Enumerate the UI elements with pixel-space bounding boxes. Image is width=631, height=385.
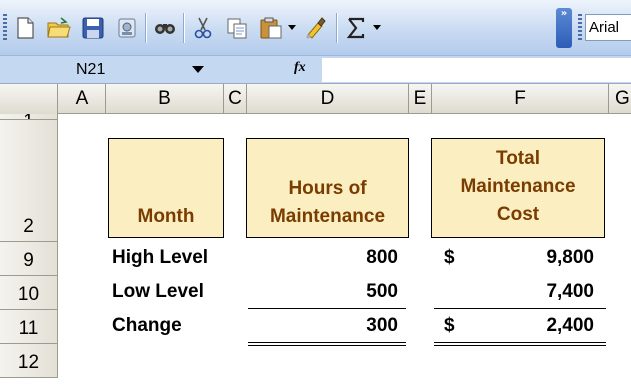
toolbar-overflow-label: » [560, 8, 568, 19]
column-header-d[interactable]: D [247, 84, 409, 114]
open-folder-icon [47, 17, 71, 38]
row-header-2[interactable]: 2 [0, 120, 58, 242]
hours-underline [248, 308, 406, 309]
cost-header-line1: Total [496, 148, 540, 169]
hours-header-line2: Maintenance [269, 206, 386, 227]
formula-input[interactable] [322, 58, 631, 82]
permission-button[interactable] [112, 13, 142, 43]
paste-icon [260, 17, 282, 39]
research-icon [155, 24, 175, 34]
format-painter-icon [306, 17, 326, 39]
column-header-row: A B C D E F G [0, 84, 631, 114]
high-level-label[interactable]: High Level [112, 247, 208, 269]
low-level-hours[interactable]: 500 [300, 281, 398, 303]
cut-button[interactable] [188, 13, 218, 43]
worksheet-grid[interactable]: A B C D E F G 1 2 9 10 11 12 Month Hours… [0, 84, 631, 385]
copy-button[interactable] [222, 13, 252, 43]
select-all-corner[interactable] [0, 84, 58, 114]
paste-button[interactable] [256, 13, 286, 43]
month-header: Month [137, 206, 195, 227]
copy-icon [227, 18, 247, 39]
change-hours[interactable]: 300 [300, 315, 398, 337]
column-header-g[interactable]: G [609, 84, 631, 114]
cost-header-cell[interactable]: Total Maintenance Cost [431, 138, 605, 238]
high-level-cost[interactable]: 9,800 [480, 247, 594, 269]
cut-icon [194, 17, 212, 39]
change-currency: $ [444, 315, 455, 336]
high-level-hours[interactable]: 800 [300, 247, 398, 269]
autosum-button[interactable] [341, 13, 371, 43]
column-header-c[interactable]: C [224, 84, 247, 114]
row-header-11[interactable]: 11 [0, 310, 58, 344]
column-header-a[interactable]: A [59, 84, 106, 114]
format-painter-button[interactable] [300, 13, 330, 43]
paste-dropdown-icon[interactable] [287, 23, 297, 31]
column-header-b[interactable]: B [106, 84, 224, 114]
toolbar-separator [183, 13, 184, 43]
cost-double-underline [434, 342, 606, 346]
permission-icon [118, 18, 136, 38]
column-header-e[interactable]: E [409, 84, 432, 114]
cost-header-line3: Cost [496, 204, 540, 225]
save-button[interactable] [78, 13, 108, 43]
autosum-dropdown-icon[interactable] [372, 23, 382, 31]
standard-toolbar: » Arial [0, 0, 631, 56]
insert-function-icon[interactable]: fx [294, 60, 306, 76]
month-header-cell[interactable]: Month [108, 138, 224, 238]
open-button[interactable] [44, 13, 74, 43]
new-document-button[interactable] [10, 13, 40, 43]
hours-header-cell[interactable]: Hours of Maintenance [246, 138, 409, 238]
formatting-toolbar-grip[interactable] [578, 14, 582, 42]
high-level-currency: $ [444, 247, 455, 268]
row-header-12[interactable]: 12 [0, 344, 58, 378]
low-level-cost[interactable]: 7,400 [480, 281, 594, 303]
toolbar-overflow-button[interactable]: » [556, 8, 572, 48]
toolbar-separator [336, 13, 337, 43]
new-document-icon [17, 17, 34, 39]
autosum-icon [346, 17, 365, 39]
toolbar-grip[interactable] [3, 14, 7, 42]
formula-bar: N21 fx [0, 56, 631, 84]
font-name-box[interactable]: Arial [585, 14, 631, 41]
row-header-10[interactable]: 10 [0, 276, 58, 310]
cost-underline [434, 308, 606, 309]
column-header-f[interactable]: F [432, 84, 609, 114]
low-level-label[interactable]: Low Level [112, 281, 204, 303]
row-header-9[interactable]: 9 [0, 242, 58, 276]
change-label[interactable]: Change [112, 315, 182, 337]
hours-header-line1: Hours of [288, 178, 367, 199]
toolbar-separator [145, 13, 146, 43]
cost-header-line2: Maintenance [460, 176, 576, 197]
change-cost[interactable]: 2,400 [480, 315, 594, 337]
save-icon [82, 17, 104, 39]
research-button[interactable] [150, 13, 180, 43]
hours-double-underline [248, 342, 406, 346]
name-box-dropdown-icon[interactable] [192, 66, 204, 73]
